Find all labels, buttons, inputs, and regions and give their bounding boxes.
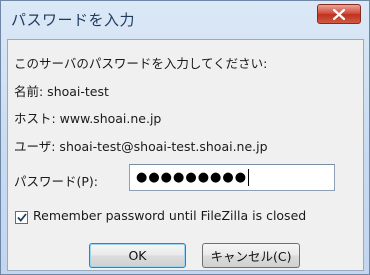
- close-button[interactable]: [317, 4, 361, 24]
- title-bar[interactable]: パスワードを入力: [1, 1, 369, 37]
- text-caret: [248, 169, 250, 186]
- prompt-text: このサーバのパスワードを入力してください:: [14, 56, 268, 71]
- window-title: パスワードを入力: [11, 11, 136, 29]
- dialog-window: パスワードを入力 このサーバのパスワードを入力してください: 名前: shoai…: [0, 0, 370, 275]
- cancel-button[interactable]: キャンセル(C): [202, 243, 300, 268]
- password-label: パスワード(P):: [14, 174, 99, 189]
- password-value: ●●●●●●●●●: [136, 170, 248, 185]
- host-line: ホスト: www.shoai.ne.jp: [14, 111, 162, 126]
- close-icon: [333, 8, 345, 20]
- remember-password-label[interactable]: Remember password until FileZilla is clo…: [33, 208, 306, 223]
- checkmark-icon: [16, 213, 27, 222]
- ok-button[interactable]: OK: [89, 243, 186, 268]
- password-field[interactable]: ●●●●●●●●●: [129, 164, 335, 191]
- user-line: ユーザ: shoai-test@shoai-test.shoai.ne.jp: [14, 139, 268, 154]
- server-name-line: 名前: shoai-test: [14, 84, 109, 99]
- dialog-body: このサーバのパスワードを入力してください: 名前: shoai-test ホスト…: [7, 39, 364, 271]
- remember-password-checkbox[interactable]: [15, 211, 28, 224]
